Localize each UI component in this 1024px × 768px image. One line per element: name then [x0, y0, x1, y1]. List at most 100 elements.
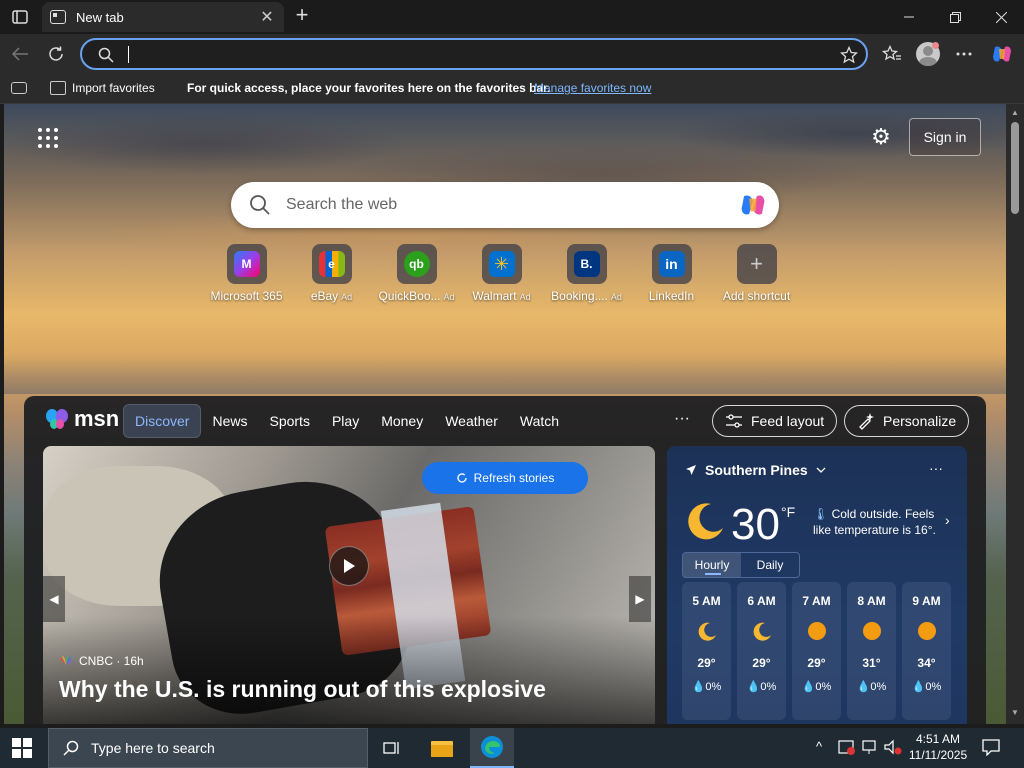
new-tab-button[interactable]: + [290, 4, 314, 28]
nav-sports[interactable]: Sports [258, 404, 320, 438]
security-shield-icon[interactable] [838, 739, 856, 755]
hour-item[interactable]: 7 AM 29° 💧0% [792, 582, 841, 720]
import-favorites-label: Import favorites [72, 81, 155, 95]
nav-discover[interactable]: Discover [123, 404, 202, 438]
favorites-bar: Import favorites For quick access, place… [0, 74, 1024, 104]
msn-butterfly-icon [46, 409, 68, 429]
add-shortcut-button[interactable]: + Add shortcut [714, 244, 799, 303]
hour-item[interactable]: 9 AM 34° 💧0% [902, 582, 951, 720]
minimize-button[interactable] [886, 0, 932, 34]
nav-play[interactable]: Play [321, 404, 370, 438]
play-icon [344, 559, 355, 573]
page-scrollbar[interactable]: ▲ ▼ [1006, 104, 1024, 724]
copilot-search-icon[interactable] [739, 191, 767, 219]
taskbar-search-box[interactable]: Type here to search [48, 728, 368, 768]
hour-precipitation: 💧0% [691, 681, 722, 693]
shortcut-label: Microsoft 365 [210, 289, 283, 303]
plus-icon: + [750, 251, 763, 276]
taskbar-search-placeholder: Type here to search [91, 740, 215, 756]
quick-links: M Microsoft 365 e eBay Ad qb QuickBoo... A… [204, 244, 799, 303]
story-source: CNBC · 16h [59, 654, 144, 668]
personalize-button[interactable]: Personalize [844, 405, 970, 437]
shortcut-booking[interactable]: B. Booking.... Ad [544, 244, 629, 303]
import-favorites-button[interactable]: Import favorites [50, 81, 155, 95]
address-bar[interactable] [80, 38, 868, 70]
nav-watch[interactable]: Watch [509, 404, 570, 438]
refresh-stories-label: Refresh stories [473, 471, 555, 485]
profile-status-dot [932, 42, 939, 49]
weather-summary-text: Cold outside. Feels like temperature is … [813, 507, 936, 537]
new-tab-page: ⚙ Sign in Search the web M Microsoft 365… [4, 104, 1006, 724]
hero-image-gradient [43, 616, 655, 724]
apps-launcher-icon[interactable] [38, 128, 58, 148]
play-video-button[interactable] [329, 546, 369, 586]
hour-precipitation: 💧0% [856, 681, 887, 693]
tab-new-tab[interactable]: New tab ✕ [42, 2, 284, 32]
show-hidden-icons-button[interactable]: ^ [816, 739, 822, 754]
refresh-icon [457, 473, 467, 483]
refresh-stories-button[interactable]: Refresh stories [422, 462, 588, 494]
scroll-down-arrow-icon[interactable]: ▼ [1011, 708, 1019, 717]
close-window-button[interactable] [978, 0, 1024, 34]
refresh-button[interactable] [42, 40, 70, 68]
shortcut-walmart[interactable]: ✳ Walmart Ad [459, 244, 544, 303]
system-clock[interactable]: 4:51 AM 11/11/2025 [908, 731, 968, 763]
weather-location[interactable]: Southern Pines [685, 462, 826, 478]
notification-center-icon[interactable] [982, 738, 1000, 756]
tab-strip-icon[interactable] [11, 82, 27, 94]
volume-muted-icon[interactable] [884, 739, 902, 755]
favorites-button[interactable] [878, 40, 906, 68]
back-button[interactable] [6, 40, 34, 68]
shortcut-label: LinkedIn [648, 289, 695, 303]
personalize-label: Personalize [883, 413, 957, 429]
hour-temperature: 29° [807, 656, 826, 670]
shortcut-quickbooks[interactable]: qb QuickBoo... Ad [374, 244, 459, 303]
sign-in-button[interactable]: Sign in [909, 118, 981, 156]
windows-start-icon[interactable] [12, 738, 32, 758]
shortcut-ebay[interactable]: e eBay Ad [289, 244, 374, 303]
linkedin-icon: in [658, 251, 685, 277]
edge-taskbar-button[interactable] [470, 728, 514, 768]
hero-story-card[interactable]: Refresh stories ◀ ▶ CNBC · 16h Why the U… [43, 446, 655, 724]
file-explorer-button[interactable] [420, 728, 464, 768]
folder-icon [431, 741, 453, 757]
tab-daily[interactable]: Daily [741, 553, 799, 577]
hour-item[interactable]: 5 AM 29° 💧0% [682, 582, 731, 720]
manage-favorites-link[interactable]: Manage favorites now [534, 81, 651, 95]
hour-item[interactable]: 8 AM 31° 💧0% [847, 582, 896, 720]
task-view-button[interactable] [370, 728, 414, 768]
favorite-star-icon[interactable] [840, 46, 858, 64]
nav-weather[interactable]: Weather [434, 404, 509, 438]
network-icon[interactable] [862, 739, 880, 755]
tab-close-button[interactable]: ✕ [258, 7, 276, 27]
msn-logo[interactable]: msn [44, 406, 119, 432]
carousel-next-button[interactable]: ▶ [629, 576, 651, 622]
hour-time: 8 AM [857, 594, 886, 608]
clock-time: 4:51 AM [915, 732, 961, 746]
chevron-right-icon[interactable]: › [945, 512, 950, 528]
shortcut-microsoft-365[interactable]: M Microsoft 365 [204, 244, 289, 303]
page-settings-gear-icon[interactable]: ⚙ [870, 126, 892, 148]
tab-actions-button[interactable] [8, 6, 32, 28]
moon-icon [698, 622, 716, 641]
favorites-list-icon [882, 45, 901, 61]
temperature-unit[interactable]: °F [781, 504, 795, 520]
feed-layout-button[interactable]: Feed layout [712, 405, 838, 437]
tab-hourly[interactable]: Hourly [683, 553, 741, 577]
hour-temperature: 29° [752, 656, 771, 670]
restore-button[interactable] [932, 0, 978, 34]
weather-card[interactable]: Southern Pines ··· 30 °F 🌡 Cold outside.… [667, 446, 967, 724]
scrollbar-thumb[interactable] [1011, 122, 1019, 214]
nav-news[interactable]: News [201, 404, 258, 438]
msn-more-button[interactable]: ··· [674, 410, 690, 428]
nav-money[interactable]: Money [370, 404, 434, 438]
web-search-box[interactable]: Search the web [231, 182, 779, 228]
weather-more-button[interactable]: ··· [929, 460, 943, 476]
scroll-up-arrow-icon[interactable]: ▲ [1011, 108, 1019, 117]
carousel-prev-button[interactable]: ◀ [43, 576, 65, 622]
settings-more-button[interactable] [950, 40, 978, 68]
shortcut-linkedin[interactable]: in LinkedIn [629, 244, 714, 303]
copilot-button[interactable] [988, 40, 1016, 68]
story-headline[interactable]: Why the U.S. is running out of this expl… [59, 676, 546, 703]
hour-item[interactable]: 6 AM 29° 💧0% [737, 582, 786, 720]
